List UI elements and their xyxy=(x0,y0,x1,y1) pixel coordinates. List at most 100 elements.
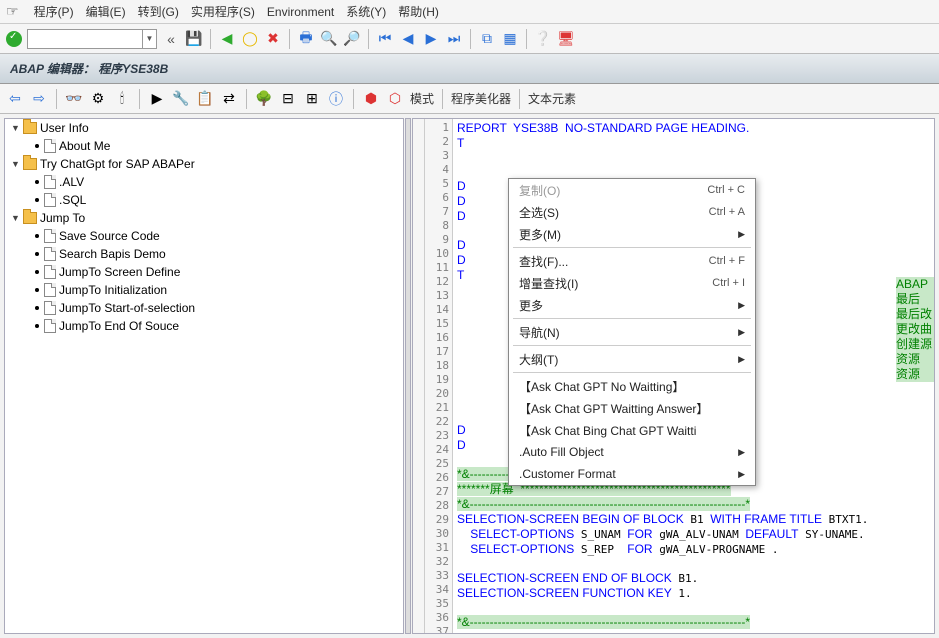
menu-system[interactable]: 系统(Y) xyxy=(346,3,386,20)
tree-label: Jump To xyxy=(40,211,85,225)
title-prefix: ABAP 编辑器： 程序 xyxy=(10,60,122,77)
splitter[interactable] xyxy=(405,118,411,634)
ctx-autofill[interactable]: .Auto Fill Object▶ xyxy=(509,441,755,463)
menu-environment[interactable]: Environment xyxy=(267,5,334,19)
tree-label: Search Bapis Demo xyxy=(59,247,166,261)
submenu-arrow-icon: ▶ xyxy=(738,469,745,480)
pretty-icon[interactable]: ⬢ xyxy=(362,90,380,108)
other-object-icon[interactable]: ⇄ xyxy=(220,90,238,108)
tree-node-userinfo[interactable]: ▼User Info xyxy=(5,119,403,137)
main-toolbar: ▼ « 💾 ◀ ◯ ✖ 🖶 🔍 🔎 ⏮ ◀ ▶ ⏭ ⧉ ▦ ❔ 🖥 xyxy=(0,24,939,54)
tree-label: About Me xyxy=(59,139,110,153)
layout-icon[interactable]: ▦ xyxy=(501,30,519,48)
menu-program[interactable]: 程序(P) xyxy=(34,3,74,20)
page-icon xyxy=(44,247,56,261)
separator xyxy=(368,29,369,49)
ctx-nav[interactable]: 导航(N)▶ xyxy=(509,321,755,343)
ctx-incfind[interactable]: 增量查找(I)Ctrl + I xyxy=(509,272,755,294)
breakpoint-icon[interactable]: ⊟ xyxy=(279,90,297,108)
nav-back-icon[interactable]: ⇦ xyxy=(6,90,24,108)
folder-icon xyxy=(23,158,37,170)
code-line: D xyxy=(457,423,466,437)
pattern-icon[interactable]: ⊞ xyxy=(303,90,321,108)
pretty2-icon[interactable]: ⬡ xyxy=(386,90,404,108)
last-page-icon[interactable]: ⏭ xyxy=(445,30,463,48)
dropdown-icon[interactable]: ▼ xyxy=(142,30,156,48)
code-line: *&--------------------------------------… xyxy=(457,615,750,629)
ctx-ask3[interactable]: 【Ask Chat Bing Chat GPT Waitti xyxy=(509,419,755,441)
tree-leaf-savesrc[interactable]: Save Source Code xyxy=(5,227,403,245)
gui-icon[interactable]: 🖥 xyxy=(557,30,575,48)
tree-leaf-searchbapi[interactable]: Search Bapis Demo xyxy=(5,245,403,263)
ok-icon[interactable] xyxy=(6,31,22,47)
menu-icon[interactable]: ☞ xyxy=(6,3,19,20)
ctx-selectall[interactable]: 全选(S)Ctrl + A xyxy=(509,201,755,223)
display-icon[interactable]: 👓 xyxy=(65,90,83,108)
tree-label: JumpTo Initialization xyxy=(59,283,167,297)
code-line: D xyxy=(457,209,466,223)
exit-icon[interactable]: ◯ xyxy=(241,30,259,48)
collapse-icon[interactable]: « xyxy=(162,30,180,48)
tree-leaf-screen[interactable]: JumpTo Screen Define xyxy=(5,263,403,281)
submenu-arrow-icon: ▶ xyxy=(738,229,745,240)
separator xyxy=(519,89,520,109)
where-used-icon[interactable]: 🔧 xyxy=(172,90,190,108)
ctx-ask1[interactable]: 【Ask Chat GPT No Waitting】 xyxy=(509,375,755,397)
command-combo[interactable]: ▼ xyxy=(27,29,157,49)
menu-edit[interactable]: 编辑(E) xyxy=(86,3,126,20)
cancel-icon[interactable]: ✖ xyxy=(264,30,282,48)
tree-leaf-init[interactable]: JumpTo Initialization xyxy=(5,281,403,299)
help-icon[interactable]: ❔ xyxy=(534,30,552,48)
ctx-more2[interactable]: 更多▶ xyxy=(509,294,755,316)
hierarchy-icon[interactable]: 🌳 xyxy=(255,90,273,108)
code-line: SELECTION-SCREEN BEGIN OF BLOCK xyxy=(457,512,684,526)
code-line: D xyxy=(457,253,466,267)
find-next-icon[interactable]: 🔎 xyxy=(343,30,361,48)
content-area: ▼User Info About Me ▼Try ChatGpt for SAP… xyxy=(0,114,939,638)
ctx-ask2[interactable]: 【Ask Chat GPT Waitting Answer】 xyxy=(509,397,755,419)
code-line: SELECT-OPTIONS xyxy=(470,542,574,556)
first-page-icon[interactable]: ⏮ xyxy=(376,30,394,48)
mode-button[interactable]: 模式 xyxy=(410,90,434,107)
activate-icon[interactable]: 🕯 xyxy=(113,90,131,108)
folder-icon xyxy=(23,122,37,134)
find-icon[interactable]: 🔍 xyxy=(320,30,338,48)
nav-fwd-icon[interactable]: ⇨ xyxy=(30,90,48,108)
execute-icon[interactable]: ▶ xyxy=(148,90,166,108)
object-list-icon[interactable]: 📋 xyxy=(196,90,214,108)
separator xyxy=(526,29,527,49)
ctx-find[interactable]: 查找(F)...Ctrl + F xyxy=(509,250,755,272)
tree-node-chatgpt[interactable]: ▼Try ChatGpt for SAP ABAPer xyxy=(5,155,403,173)
next-page-icon[interactable]: ▶ xyxy=(422,30,440,48)
submenu-arrow-icon: ▶ xyxy=(738,447,745,458)
info-icon[interactable]: ⓘ xyxy=(327,90,345,108)
code-line: D xyxy=(457,179,466,193)
prev-page-icon[interactable]: ◀ xyxy=(399,30,417,48)
text-elements-button[interactable]: 文本元素 xyxy=(528,90,576,107)
separator xyxy=(353,89,354,109)
page-icon xyxy=(44,139,56,153)
menu-goto[interactable]: 转到(G) xyxy=(138,3,179,20)
menu-utilities[interactable]: 实用程序(S) xyxy=(191,3,255,20)
ctx-custfmt[interactable]: .Customer Format▶ xyxy=(509,463,755,485)
back-icon[interactable]: ◀ xyxy=(218,30,236,48)
tree-leaf-sql[interactable]: .SQL xyxy=(5,191,403,209)
separator xyxy=(210,29,211,49)
check-icon[interactable]: ⚙ xyxy=(89,90,107,108)
separator xyxy=(246,89,247,109)
print-icon[interactable]: 🖶 xyxy=(297,30,315,48)
tree-leaf-startsel[interactable]: JumpTo Start-of-selection xyxy=(5,299,403,317)
ctx-more1[interactable]: 更多(M)▶ xyxy=(509,223,755,245)
prettyprinter-button[interactable]: 程序美化器 xyxy=(451,90,511,107)
ctx-outline[interactable]: 大纲(T)▶ xyxy=(509,348,755,370)
folder-icon xyxy=(23,212,37,224)
tree-label: .SQL xyxy=(59,193,86,207)
tree-node-jumpto[interactable]: ▼Jump To xyxy=(5,209,403,227)
menu-help[interactable]: 帮助(H) xyxy=(398,3,439,20)
tree-leaf-aboutme[interactable]: About Me xyxy=(5,137,403,155)
tree-leaf-alv[interactable]: .ALV xyxy=(5,173,403,191)
page-icon xyxy=(44,229,56,243)
tree-leaf-endsrc[interactable]: JumpTo End Of Souce xyxy=(5,317,403,335)
new-session-icon[interactable]: ⧉ xyxy=(478,30,496,48)
save-icon[interactable]: 💾 xyxy=(185,30,203,48)
